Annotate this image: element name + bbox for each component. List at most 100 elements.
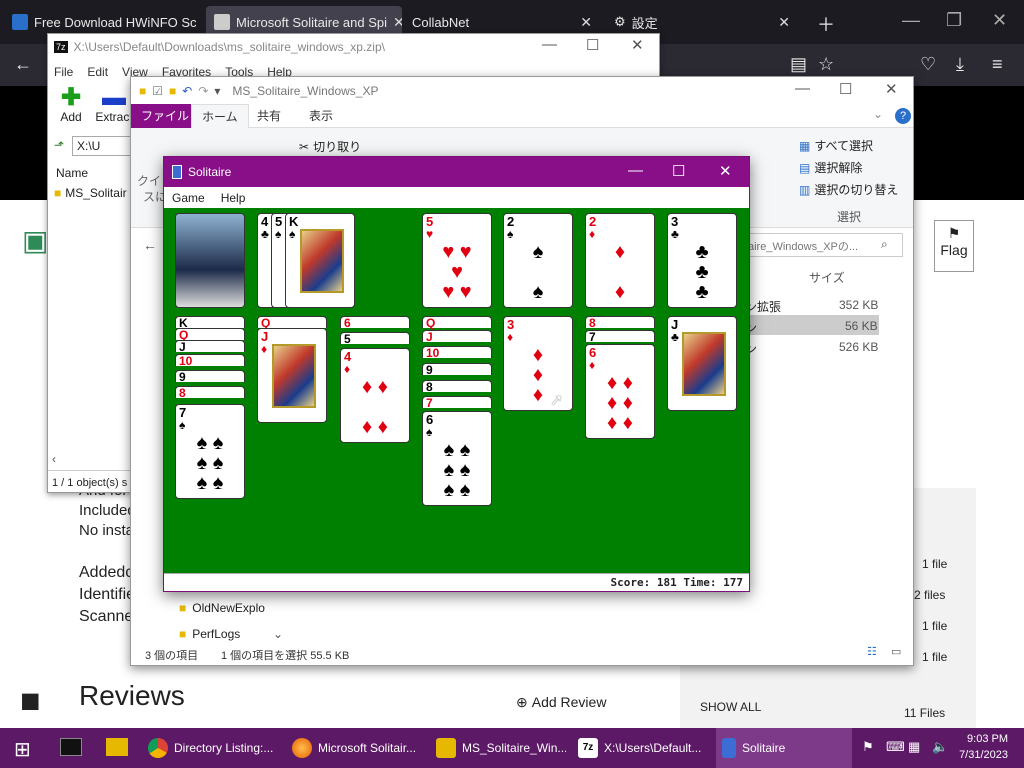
- scroll-left-icon[interactable]: ‹: [52, 452, 56, 466]
- tableau-top-card[interactable]: J ♦: [257, 328, 327, 423]
- back-icon[interactable]: ←: [143, 237, 157, 253]
- cut-button[interactable]: ✂ 切り取り: [299, 138, 361, 155]
- maximize-icon[interactable]: ☐: [839, 80, 852, 98]
- bookmark-star-icon[interactable]: ☆: [818, 54, 834, 75]
- tab-home[interactable]: ホーム: [191, 104, 249, 128]
- tree-item[interactable]: ■ OldNewExplo: [179, 601, 265, 615]
- flag-button[interactable]: ⚑ Flag: [934, 220, 974, 272]
- taskbar-firefox[interactable]: Microsoft Solitair...: [286, 728, 424, 768]
- tableau-card[interactable]: 9: [175, 370, 245, 383]
- menu-edit[interactable]: Edit: [87, 65, 108, 79]
- tableau-card[interactable]: J: [175, 340, 245, 353]
- menu-game[interactable]: Game: [172, 191, 205, 205]
- invert-selection-button[interactable]: ▥ 選択の切り替え: [799, 181, 898, 198]
- tree-item[interactable]: ■ PerfLogs: [179, 627, 240, 641]
- back-icon[interactable]: ←: [14, 54, 32, 75]
- tableau-card[interactable]: 5: [340, 332, 410, 345]
- download-icon[interactable]: ⤓: [956, 54, 964, 75]
- new-tab-icon[interactable]: ＋: [817, 11, 835, 37]
- new-folder-icon[interactable]: ■: [169, 84, 176, 98]
- show-all-link[interactable]: SHOW ALL: [700, 700, 761, 714]
- size-column-header[interactable]: サイズ: [809, 269, 845, 286]
- tableau-card[interactable]: 6: [340, 316, 410, 329]
- close-icon[interactable]: ✕: [992, 10, 1007, 31]
- game-table[interactable]: 4 ♣ 5 ♠ K ♠ 5 ♥ ♥ ♥ ♥ ♥ ♥ 2 ♠ ♠ ♠ 2 ♦ ♦ ♦ 3 ♣ ♣ ♣ ♣ K Q J…: [164, 208, 749, 573]
- minimize-icon[interactable]: —: [628, 162, 643, 179]
- file-explorer-icon[interactable]: [106, 738, 128, 756]
- tableau-card[interactable]: 7: [422, 396, 492, 409]
- minimize-icon[interactable]: —: [902, 10, 920, 31]
- maximize-icon[interactable]: ☐: [586, 36, 599, 54]
- clock[interactable]: 9:03 PM 7/31/2023: [958, 731, 1008, 763]
- properties-icon[interactable]: ☑: [152, 84, 163, 98]
- tableau-card[interactable]: J: [422, 330, 492, 343]
- tableau-card[interactable]: Q: [257, 316, 327, 329]
- menu-icon[interactable]: ≡: [992, 54, 1003, 75]
- large-icons-view-icon[interactable]: ▭: [891, 645, 901, 658]
- select-all-button[interactable]: ▦ すべて選択: [799, 137, 873, 154]
- tableau-card[interactable]: 9: [422, 363, 492, 376]
- maximize-icon[interactable]: ☐: [672, 162, 685, 180]
- tableau-card[interactable]: 8: [175, 386, 245, 399]
- search-input[interactable]: aire_Windows_XPの...: [741, 233, 903, 257]
- help-icon[interactable]: ?: [895, 108, 911, 124]
- close-tab-icon[interactable]: ✕: [393, 14, 402, 31]
- tableau-card[interactable]: K: [175, 316, 245, 329]
- zip-row[interactable]: ■ MS_Solitair: [54, 186, 127, 200]
- column-name[interactable]: Name: [56, 166, 88, 180]
- reader-view-icon[interactable]: ▤: [790, 54, 807, 75]
- maximize-icon[interactable]: ❐: [946, 10, 962, 31]
- zip-address-field[interactable]: X:\U: [72, 136, 132, 156]
- tableau-card[interactable]: 10: [175, 354, 245, 367]
- tableau-card[interactable]: 10: [422, 346, 492, 359]
- volume-icon[interactable]: 🔈: [932, 739, 948, 755]
- tableau-card[interactable]: Q: [422, 316, 492, 329]
- tab-view[interactable]: 表示: [299, 104, 343, 128]
- undo-icon[interactable]: ↶: [182, 84, 192, 98]
- taskbar-explorer[interactable]: MS_Solitaire_Win...: [430, 728, 566, 768]
- tableau-card[interactable]: Q: [175, 328, 245, 341]
- close-tab-icon[interactable]: ✕: [778, 14, 790, 31]
- close-icon[interactable]: ✕: [719, 162, 732, 180]
- extract-button[interactable]: ▬ Extract: [94, 86, 134, 125]
- tableau-top-card[interactable]: J ♣: [667, 316, 737, 411]
- close-icon[interactable]: ✕: [885, 80, 898, 98]
- close-tab-icon[interactable]: ✕: [580, 14, 592, 31]
- windows-start-icon[interactable]: ⊞: [14, 737, 31, 762]
- taskbar-chrome[interactable]: Directory Listing:...: [142, 728, 278, 768]
- waste-top-card[interactable]: K ♠: [285, 213, 355, 308]
- menu-help[interactable]: Help: [221, 191, 246, 205]
- tableau-card[interactable]: 8: [585, 316, 655, 329]
- chevron-down-icon[interactable]: ▾: [214, 84, 220, 98]
- minimize-icon[interactable]: —: [542, 36, 557, 53]
- taskbar-solitaire[interactable]: Solitaire: [716, 728, 852, 768]
- tableau-top-card[interactable]: 6 ♠ ♠ ♠ ♠ ♠ ♠ ♠: [422, 411, 492, 506]
- stock-pile[interactable]: [175, 213, 245, 308]
- tableau-top-card[interactable]: 4 ♦ ♦ ♦ ♦ ♦: [340, 348, 410, 443]
- tableau-top-card[interactable]: 6 ♦ ♦ ♦ ♦ ♦ ♦ ♦: [585, 344, 655, 439]
- foundation-pile[interactable]: 2 ♦ ♦ ♦: [585, 213, 655, 308]
- select-none-button[interactable]: ▤ 選択解除: [799, 159, 862, 176]
- minimize-icon[interactable]: —: [795, 80, 810, 97]
- chevron-down-icon[interactable]: ⌄: [873, 107, 883, 121]
- tableau-card[interactable]: 7: [585, 330, 655, 343]
- keyboard-icon[interactable]: ⌨: [886, 739, 905, 755]
- tableau-card[interactable]: 8: [422, 380, 492, 393]
- details-view-icon[interactable]: ☷: [867, 645, 877, 658]
- network-icon[interactable]: ▦: [908, 739, 920, 755]
- chevron-down-icon[interactable]: ⌄: [273, 627, 283, 641]
- up-folder-icon[interactable]: ⬏: [54, 138, 64, 152]
- tab-share[interactable]: 共有: [247, 104, 291, 128]
- pocket-icon[interactable]: ♡: [920, 54, 936, 75]
- terminal-icon[interactable]: [60, 738, 82, 756]
- menu-file[interactable]: File: [54, 65, 73, 79]
- taskbar-7zip[interactable]: 7z X:\Users\Default...: [572, 728, 710, 768]
- tray-icon[interactable]: ⚑: [862, 739, 874, 755]
- redo-icon[interactable]: ↷: [198, 84, 208, 98]
- add-review-button[interactable]: ⊕ Add Review: [516, 694, 606, 711]
- foundation-pile[interactable]: 3 ♣ ♣ ♣ ♣: [667, 213, 737, 308]
- add-button[interactable]: ✚ Add: [56, 86, 86, 125]
- foundation-pile[interactable]: 5 ♥ ♥ ♥ ♥ ♥ ♥: [422, 213, 492, 308]
- tab-file[interactable]: ファイル: [131, 104, 200, 128]
- tableau-top-card[interactable]: 7 ♠ ♠ ♠ ♠ ♠ ♠ ♠: [175, 404, 245, 499]
